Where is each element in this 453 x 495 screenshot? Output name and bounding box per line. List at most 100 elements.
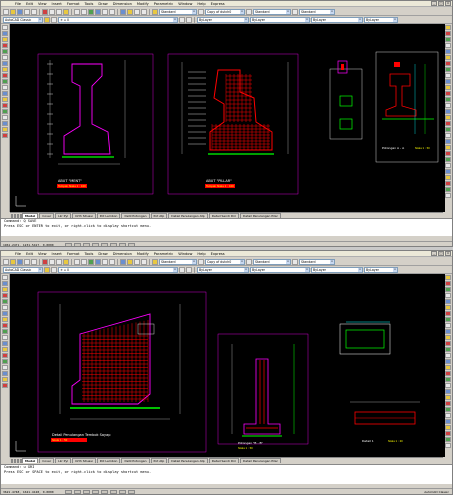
workspace-status[interactable]: AutoCAD Classic [424,490,449,494]
table-style-icon[interactable] [246,258,252,265]
fillet-icon[interactable] [445,115,451,120]
polygon-icon[interactable] [2,293,8,298]
text-style-icon[interactable] [152,8,158,15]
undo-icon[interactable] [74,258,80,265]
tolerance-icon[interactable] [445,431,451,436]
baseline-icon[interactable] [445,413,451,418]
save-icon[interactable] [17,258,23,265]
menu-tools[interactable]: Tools [85,252,94,256]
dim-radius-icon[interactable] [445,389,451,394]
menu-edit[interactable]: Edit [26,252,33,256]
model-toggle[interactable] [128,489,135,494]
tab-orth-situasi[interactable]: Orth Situasi [72,458,96,463]
layer-properties-icon[interactable] [44,16,50,23]
lineweight-combo[interactable]: ByLayer ▾ [311,16,363,23]
stretch-icon[interactable] [445,323,451,328]
help-icon[interactable] [141,8,147,15]
revision-cloud-icon[interactable] [2,67,8,72]
rotate-icon[interactable] [445,61,451,66]
lineweight-combo[interactable]: ByLayer ▾ [311,266,363,273]
break-icon[interactable] [445,97,451,102]
close-icon[interactable]: × [445,1,451,6]
menu-format[interactable]: Format [67,252,80,256]
dim-angular-icon[interactable] [445,151,451,156]
snap-toggle[interactable] [65,242,72,246]
leader-icon[interactable] [445,175,451,180]
dim-style-combo[interactable]: Copy of dutch0 ▾ [205,258,245,265]
table-icon[interactable] [2,377,8,382]
rectangle-icon[interactable] [2,299,8,304]
copy-object-icon[interactable] [445,31,451,36]
tab-lkr-pyl[interactable]: Lkr Pyl [55,458,72,463]
ellipse-icon[interactable] [2,329,8,334]
arc-icon[interactable] [2,55,8,60]
center-mark-icon[interactable] [445,437,451,442]
new-file-icon[interactable] [3,258,9,265]
copy-object-icon[interactable] [445,281,451,286]
pan-icon[interactable] [88,258,94,265]
menu-express[interactable]: Express [211,2,225,6]
offset-icon[interactable] [445,43,451,48]
zoom-previous-icon[interactable] [109,8,115,15]
dim-diameter-icon[interactable] [445,145,451,150]
make-block-icon[interactable] [2,97,8,102]
gradient-icon[interactable] [2,365,8,370]
drawing-canvas[interactable]: ABUT "MENT" Tampak Skala 1 : 100 ABUT "P… [10,24,445,212]
polyline-icon[interactable] [2,287,8,292]
dim-aligned-icon[interactable] [445,133,451,138]
undo-icon[interactable] [74,8,80,15]
close-icon[interactable]: × [445,251,451,256]
ellipse-arc-icon[interactable] [2,335,8,340]
gradient-icon[interactable] [2,115,8,120]
menu-format[interactable]: Format [67,2,80,6]
osnap-toggle[interactable] [101,242,108,246]
design-center-icon[interactable] [127,8,133,15]
model-toggle[interactable] [128,242,135,246]
layer-previous-icon[interactable] [186,266,192,273]
zoom-window-icon[interactable] [102,258,108,265]
fillet-icon[interactable] [445,365,451,370]
construction-line-icon[interactable] [2,31,8,36]
rectangle-icon[interactable] [2,49,8,54]
linetype-combo[interactable]: ByLayer ▾ [250,16,310,23]
chamfer-icon[interactable] [445,359,451,364]
mirror-icon[interactable] [445,287,451,292]
leader-icon[interactable] [445,425,451,430]
join-icon[interactable] [445,103,451,108]
quick-dim-icon[interactable] [445,407,451,412]
dim-edit-icon[interactable] [445,443,451,448]
snap-toggle[interactable] [65,489,72,494]
multiline-text-icon[interactable] [2,133,8,138]
workspace-combo[interactable]: AutoCAD Classic ▾ [3,266,43,273]
polygon-icon[interactable] [2,43,8,48]
move-icon[interactable] [445,305,451,310]
dim-linear-icon[interactable] [445,377,451,382]
point-icon[interactable] [2,103,8,108]
menu-tools[interactable]: Tools [85,2,94,6]
extend-icon[interactable] [445,85,451,90]
color-combo[interactable]: ByLayer ▾ [197,266,249,273]
layer-previous-icon[interactable] [186,16,192,23]
drawing-canvas[interactable]: Detail Penulangan Tembok Sayap Skala 1 :… [10,274,445,457]
erase-icon[interactable] [445,275,451,280]
tab-detil-potongan[interactable]: Detil Potongan [121,458,150,463]
text-style-icon[interactable] [152,258,158,265]
tab-pot-lembon[interactable]: Pot Lembon [96,458,121,463]
dim-style-combo[interactable]: Copy of dutch0 ▾ [205,8,245,15]
new-file-icon[interactable] [3,8,9,15]
menu-draw[interactable]: Draw [98,2,107,6]
match-properties-icon[interactable] [63,258,69,265]
scale-icon[interactable] [445,67,451,72]
circle-icon[interactable] [2,311,8,316]
save-icon[interactable] [17,8,23,15]
zoom-window-icon[interactable] [102,8,108,15]
polar-toggle[interactable] [92,489,99,494]
arc-icon[interactable] [2,305,8,310]
menu-view[interactable]: View [38,252,47,256]
rotate-icon[interactable] [445,311,451,316]
revision-cloud-icon[interactable] [2,317,8,322]
menu-help[interactable]: Help [197,2,205,6]
quick-dim-icon[interactable] [445,157,451,162]
move-icon[interactable] [445,55,451,60]
open-folder-icon[interactable] [10,8,16,15]
